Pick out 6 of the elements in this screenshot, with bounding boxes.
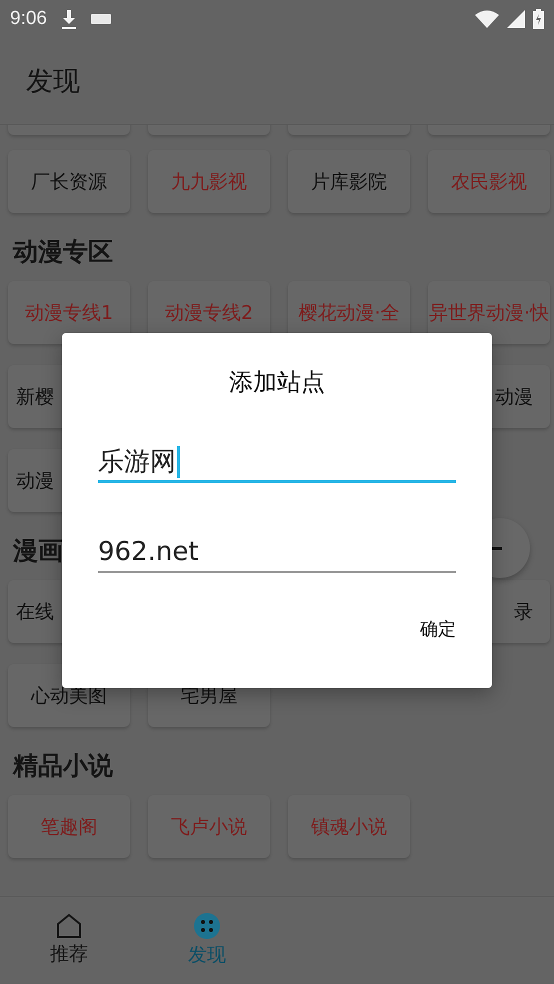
section-heading: 动漫专区 bbox=[12, 236, 114, 268]
dialog-title: 添加站点 bbox=[228, 367, 326, 398]
section-heading: 精品小说 bbox=[12, 750, 114, 782]
section-heading: 漫画 bbox=[12, 535, 64, 567]
status-time: 9:06 bbox=[10, 8, 47, 30]
page-title: 发现 bbox=[26, 65, 80, 99]
